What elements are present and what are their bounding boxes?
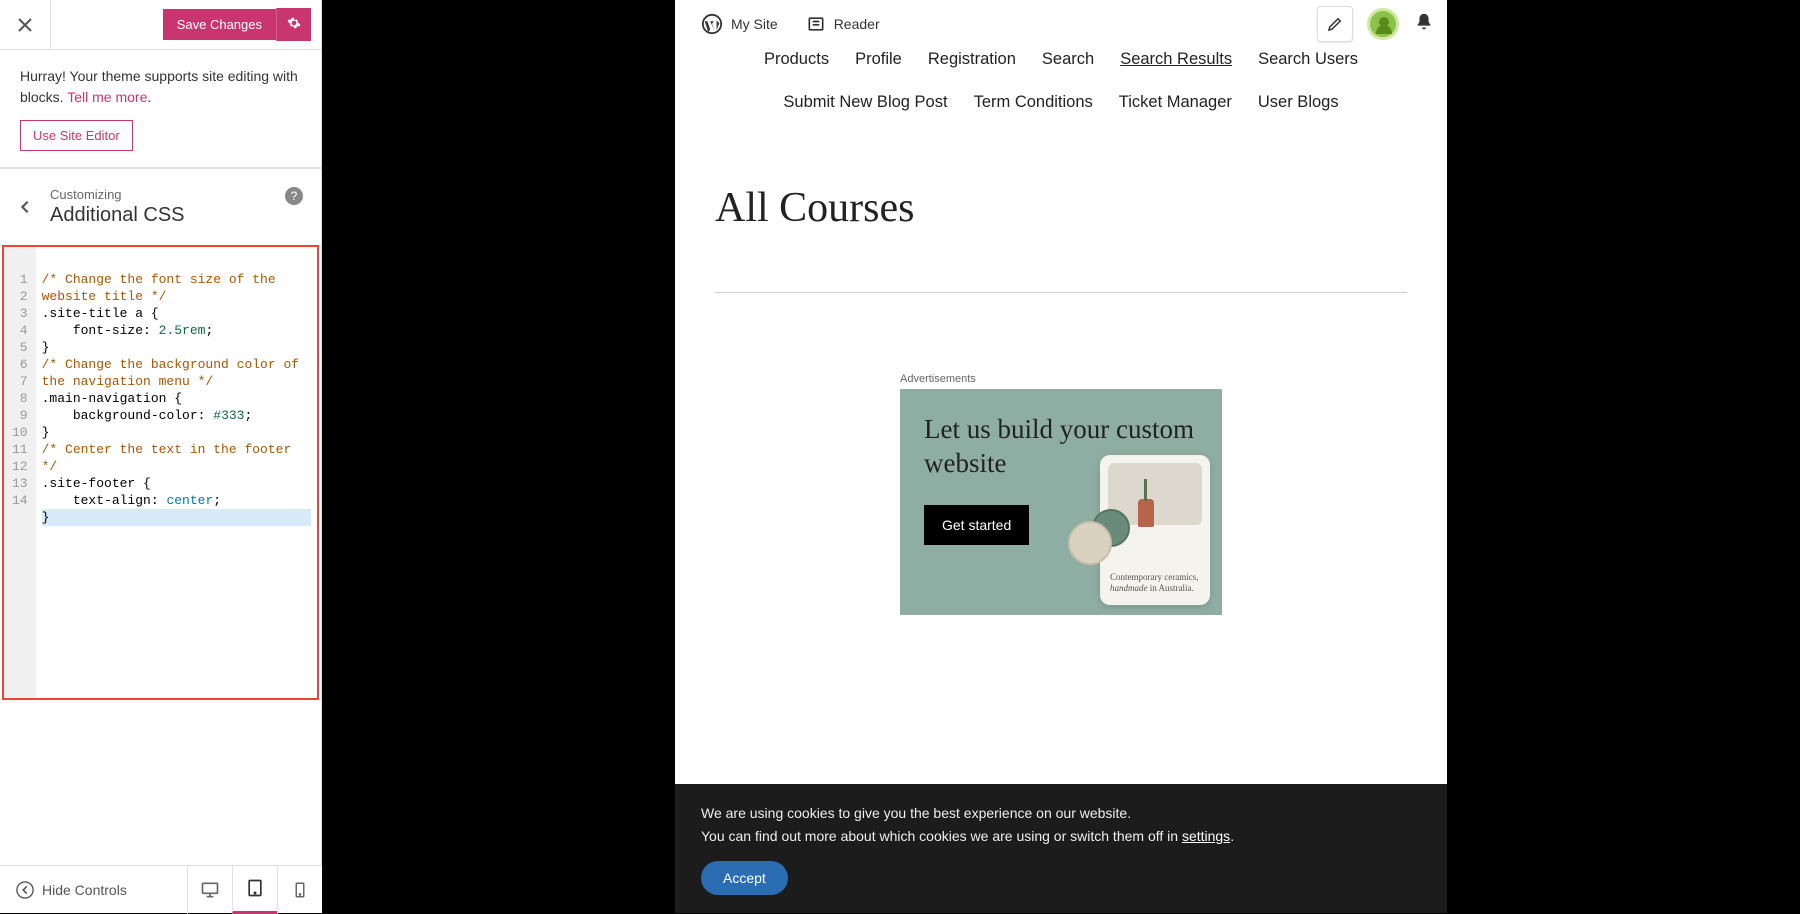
back-button[interactable]	[10, 192, 40, 222]
preview-area: My Site Reader Products Profile Registrati…	[322, 0, 1800, 913]
desktop-preview-button[interactable]	[187, 866, 232, 914]
code-line[interactable]: font-size: 2.5rem;	[42, 322, 311, 339]
code-line[interactable]: }	[42, 424, 311, 441]
page-title: All Courses	[675, 122, 1447, 242]
cookie-text: We are using cookies to give you the bes…	[701, 802, 1421, 847]
nav-link[interactable]: Search Results	[1120, 50, 1232, 69]
mobile-icon	[291, 881, 309, 899]
code-line[interactable]: .site-title a {	[42, 305, 311, 322]
code-line[interactable]: }	[42, 509, 311, 526]
code-line[interactable]: /* Center the text in the footer */	[42, 441, 311, 475]
save-changes-button[interactable]: Save Changes	[163, 9, 276, 40]
close-icon	[17, 17, 33, 33]
advertisement-block: Advertisements Let us build your custom …	[900, 373, 1222, 615]
gear-icon	[287, 16, 301, 30]
site-editing-notice: Hurray! Your theme supports site editing…	[0, 50, 321, 168]
my-site-link[interactable]: My Site	[687, 13, 792, 35]
customizer-sidebar: Save Changes Hurray! Your theme supports…	[0, 0, 322, 913]
nav-link[interactable]: Profile	[855, 50, 902, 69]
mobile-preview-button[interactable]	[277, 866, 322, 914]
my-site-label: My Site	[731, 16, 778, 32]
reader-label: Reader	[834, 16, 880, 32]
close-customizer-button[interactable]	[10, 10, 40, 40]
bowl-shape	[1068, 521, 1112, 565]
publish-settings-button[interactable]	[276, 8, 311, 41]
customizing-label: Customizing	[50, 187, 301, 202]
write-post-button[interactable]	[1317, 6, 1353, 42]
plant-shape	[1144, 479, 1147, 501]
hide-controls-button[interactable]: Hide Controls	[0, 881, 143, 899]
code-line[interactable]: /* Change the font size of the website t…	[42, 271, 311, 305]
use-site-editor-button[interactable]: Use Site Editor	[20, 120, 133, 151]
site-nav-row1: Products Profile Registration Search Search …	[675, 48, 1447, 75]
code-line[interactable]: background-color: #333;	[42, 407, 311, 424]
nav-link[interactable]: Registration	[928, 50, 1016, 69]
wp-bar-right	[1317, 6, 1435, 42]
section-title: Additional CSS	[50, 204, 301, 227]
chevron-left-icon	[18, 200, 32, 214]
notice-text: Hurray! Your theme supports site editing…	[20, 68, 298, 105]
code-line[interactable]: .main-navigation {	[42, 390, 311, 407]
chevron-left-circle-icon	[16, 881, 34, 899]
notifications-button[interactable]	[1413, 11, 1435, 38]
user-avatar[interactable]	[1367, 8, 1399, 40]
ad-box[interactable]: Let us build your custom website Get sta…	[900, 389, 1222, 615]
code-line[interactable]: /* Change the background color of the na…	[42, 356, 311, 390]
ad-card-text: Contemporary ceramics, handmade in Austr…	[1110, 572, 1200, 595]
pencil-icon	[1326, 15, 1344, 33]
preview-frame: My Site Reader Products Profile Registrati…	[675, 0, 1447, 913]
title-divider	[715, 292, 1407, 293]
code-line[interactable]: }	[42, 339, 311, 356]
css-editor[interactable]: 1234567891011121314 /* Change the font s…	[2, 245, 319, 700]
bell-icon	[1413, 11, 1435, 33]
nav-link[interactable]: Submit New Blog Post	[783, 93, 947, 112]
vase-shape	[1138, 499, 1154, 527]
cookie-settings-link[interactable]: settings	[1182, 828, 1230, 844]
tablet-preview-button[interactable]	[232, 866, 277, 914]
code-area[interactable]: /* Change the font size of the website t…	[36, 247, 317, 698]
customizer-bottom-bar: Hide Controls	[0, 865, 322, 913]
device-preview-buttons	[187, 866, 322, 914]
nav-link[interactable]: Term Conditions	[974, 93, 1093, 112]
reader-link[interactable]: Reader	[792, 14, 894, 34]
code-line[interactable]: .site-footer {	[42, 475, 311, 492]
ad-label: Advertisements	[900, 373, 1222, 385]
cookie-consent-bar: We are using cookies to give you the bes…	[675, 784, 1447, 913]
hide-controls-label: Hide Controls	[42, 882, 127, 898]
sidebar-topbar: Save Changes	[0, 0, 321, 50]
nav-link[interactable]: Products	[764, 50, 829, 69]
wordpress-icon	[701, 13, 723, 35]
nav-link[interactable]: User Blogs	[1258, 93, 1339, 112]
line-gutter: 1234567891011121314	[4, 247, 36, 698]
cookie-accept-button[interactable]: Accept	[701, 861, 788, 895]
wp-admin-bar: My Site Reader	[675, 0, 1447, 48]
section-header: Customizing Additional CSS ?	[0, 168, 321, 245]
reader-icon	[806, 14, 826, 34]
desktop-icon	[200, 880, 220, 900]
nav-link[interactable]: Search Users	[1258, 50, 1358, 69]
tablet-icon	[245, 878, 265, 898]
code-line[interactable]: text-align: center;	[42, 492, 311, 509]
tell-me-more-link[interactable]: Tell me more	[67, 89, 147, 105]
divider	[50, 0, 51, 50]
ad-illustration: Contemporary ceramics, handmade in Austr…	[1070, 445, 1210, 605]
site-nav-row2: Submit New Blog Post Term Conditions Ticke…	[675, 75, 1447, 122]
nav-link[interactable]: Ticket Manager	[1119, 93, 1232, 112]
nav-link[interactable]: Search	[1042, 50, 1094, 69]
save-area: Save Changes	[163, 8, 311, 41]
ad-cta-button[interactable]: Get started	[924, 505, 1029, 545]
help-button[interactable]: ?	[285, 187, 303, 205]
